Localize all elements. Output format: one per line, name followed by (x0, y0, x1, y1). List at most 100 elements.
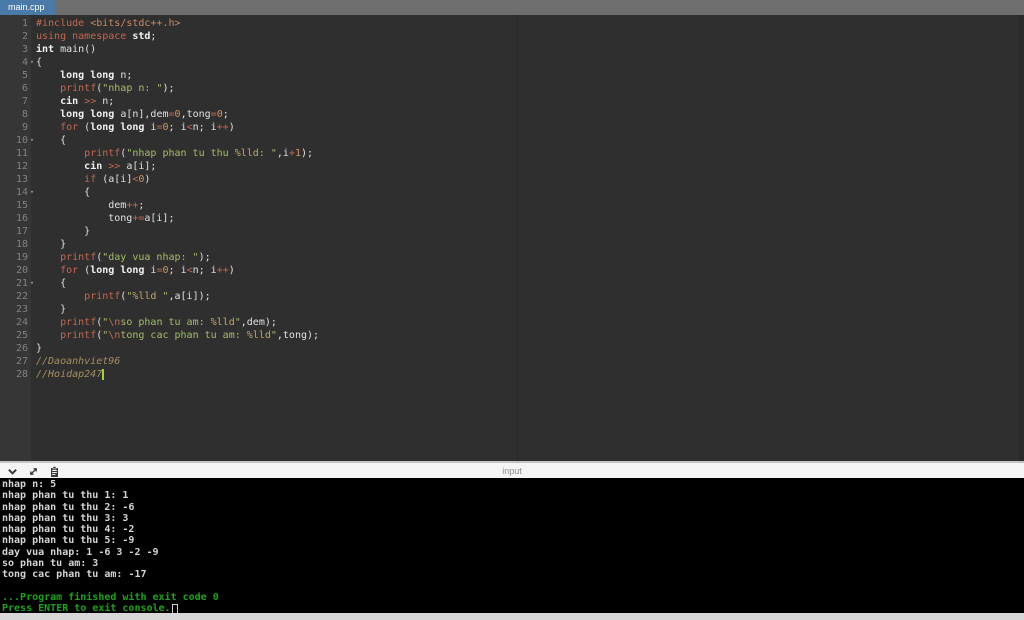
line-number[interactable]: 1 (0, 17, 28, 30)
console-input-label: input (502, 466, 522, 476)
code-line[interactable]: 15 dem++; (0, 199, 1024, 212)
code-line[interactable]: 26} (0, 342, 1024, 355)
console-line: ...Program finished with exit code 0 (2, 591, 219, 603)
console-line: nhap phan tu thu 1: 1 (2, 490, 129, 502)
line-number[interactable]: 5 (0, 69, 28, 82)
line-number[interactable]: 18 (0, 238, 28, 251)
code-line[interactable]: 24 printf("\nso phan tu am: %lld",dem); (0, 316, 1024, 329)
line-number[interactable]: 24 (0, 316, 28, 329)
chevron-down-icon[interactable] (6, 465, 19, 478)
fold-arrow-icon[interactable]: ▾ (28, 56, 36, 69)
code-line[interactable]: 20 for (long long i=0; i<n; i++) (0, 264, 1024, 277)
code-line[interactable]: 28 //Hoidap247 (0, 368, 1024, 381)
code-editor[interactable]: 1 #include <bits/stdc++.h> 2 using namespac… (0, 15, 1024, 461)
code-line[interactable]: 23 } (0, 303, 1024, 316)
code-line[interactable]: 8 long long a[n],dem=0,tong=0; (0, 108, 1024, 121)
line-number[interactable]: 21 (0, 277, 28, 290)
line-number[interactable]: 27 (0, 355, 28, 368)
line-number[interactable]: 7 (0, 95, 28, 108)
code-line[interactable]: 22 printf("%lld ",a[i]); (0, 290, 1024, 303)
code-text: long long n; (60, 70, 133, 81)
code-text: cin >> n; (60, 96, 115, 107)
code-text: #include <bits/stdc++.h> (36, 18, 181, 29)
line-number[interactable]: 14 (0, 186, 28, 199)
expand-icon[interactable] (27, 465, 40, 478)
line-number[interactable]: 4 (0, 56, 28, 69)
console-lines: nhap n: 5 nhap phan tu thu 1: 1 nhap phan … (2, 479, 1024, 614)
line-number[interactable]: 8 (0, 108, 28, 121)
line-number[interactable]: 23 (0, 303, 28, 316)
code-text: printf("nhap phan tu thu %lld: ",i+1); (84, 148, 314, 159)
console-line: day vua nhap: 1 -6 3 -2 -9 (2, 546, 159, 558)
code-line[interactable]: 18 } (0, 238, 1024, 251)
code-line[interactable]: 14 ▾ { (0, 186, 1024, 199)
fold-arrow-icon[interactable]: ▾ (28, 277, 36, 290)
line-number[interactable]: 15 (0, 199, 28, 212)
line-number[interactable]: 6 (0, 82, 28, 95)
tab-main-cpp[interactable]: main.cpp (0, 0, 55, 15)
code-text: } (36, 239, 67, 250)
code-line[interactable]: 19 printf("day vua nhap: "); (0, 251, 1024, 264)
code-line[interactable]: 1 #include <bits/stdc++.h> (0, 17, 1024, 30)
line-number[interactable]: 19 (0, 251, 28, 264)
fold-arrow-icon[interactable]: ▾ (28, 134, 36, 147)
code-line[interactable]: 11 printf("nhap phan tu thu %lld: ",i+1)… (0, 147, 1024, 160)
line-number[interactable]: 3 (0, 43, 28, 56)
line-number[interactable]: 20 (0, 264, 28, 277)
code-line[interactable]: 3 int main() (0, 43, 1024, 56)
code-line[interactable]: 9 for (long long i=0; i<n; i++) (0, 121, 1024, 134)
line-number[interactable]: 28 (0, 368, 28, 381)
code-text: } (36, 226, 91, 237)
line-number[interactable]: 10 (0, 134, 28, 147)
fold-arrow-icon[interactable]: ▾ (28, 186, 36, 199)
line-number[interactable]: 26 (0, 342, 28, 355)
code-line[interactable]: 16 tong+=a[i]; (0, 212, 1024, 225)
code-line[interactable]: 2 using namespace std; (0, 30, 1024, 43)
line-number[interactable]: 22 (0, 290, 28, 303)
code-text: printf("\nso phan tu am: %lld",dem); (60, 317, 277, 328)
code-line[interactable]: 5 long long n; (0, 69, 1024, 82)
line-number[interactable]: 2 (0, 30, 28, 43)
line-number[interactable]: 13 (0, 173, 28, 186)
code-text: int main() (36, 44, 97, 55)
console-output[interactable]: nhap n: 5 nhap phan tu thu 1: 1 nhap phan … (0, 478, 1024, 614)
text-caret (102, 369, 105, 380)
code-text: printf("nhap n: "); (60, 83, 175, 94)
code-line[interactable]: 25 printf("\ntong cac phan tu am: %lld",… (0, 329, 1024, 342)
code-line[interactable]: 17 } (0, 225, 1024, 238)
code-line[interactable]: 12 cin >> a[i]; (0, 160, 1024, 173)
code-line[interactable]: 7 cin >> n; (0, 95, 1024, 108)
code-text: for (long long i=0; i<n; i++) (60, 265, 235, 276)
line-number[interactable]: 25 (0, 329, 28, 342)
line-number[interactable]: 16 (0, 212, 28, 225)
line-number[interactable]: 12 (0, 160, 28, 173)
code-text: long long a[n],dem=0,tong=0; (60, 109, 229, 120)
code-line[interactable]: 21 ▾ { (0, 277, 1024, 290)
line-number[interactable]: 9 (0, 121, 28, 134)
line-number[interactable]: 17 (0, 225, 28, 238)
code-line[interactable]: 10 ▾ { (0, 134, 1024, 147)
code-line[interactable]: 4 ▾{ (0, 56, 1024, 69)
line-number[interactable]: 11 (0, 147, 28, 160)
code-line[interactable]: 27 //Daoanhviet96 (0, 355, 1024, 368)
code-line[interactable]: 6 printf("nhap n: "); (0, 82, 1024, 95)
code-text: } (36, 343, 43, 354)
paste-icon[interactable] (48, 465, 61, 478)
code-line[interactable]: 13 if (a[i]<0) (0, 173, 1024, 186)
code-text: if (a[i]<0) (84, 174, 151, 185)
